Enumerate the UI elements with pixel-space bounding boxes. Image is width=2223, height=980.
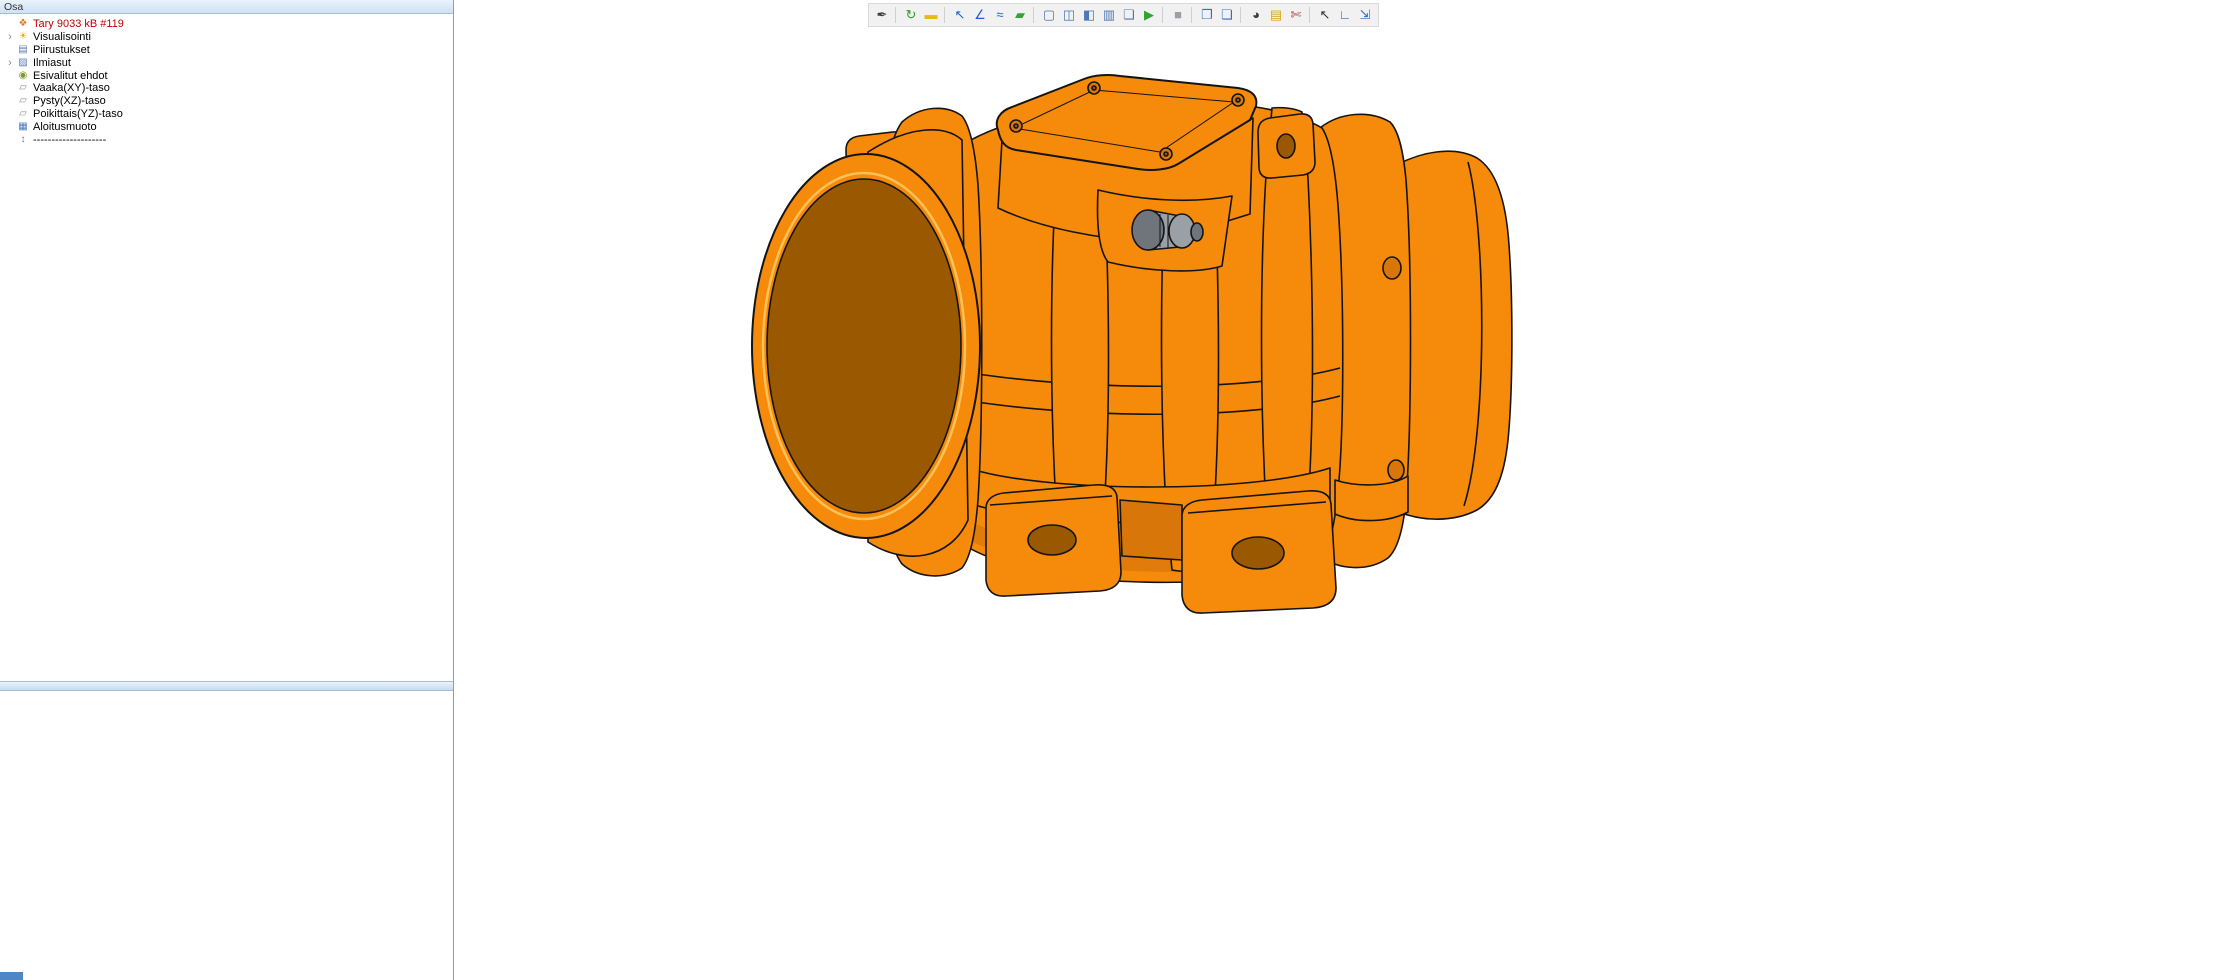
pin-icon[interactable]: ✒ [872,5,892,25]
tree-item-label: Ilmiasut [33,57,71,69]
expander-icon[interactable]: › [4,57,16,69]
rollback-bar-icon: ↕ [16,134,30,146]
tree-item[interactable]: ▤Piirustukset [4,44,451,57]
magnifier-icon[interactable]: ◕ [1246,5,1266,25]
tree-item-label: Poikittais(YZ)-taso [33,108,123,120]
tree-item-label: Piirustukset [33,44,90,56]
motor-terminal-box[interactable] [997,75,1257,271]
tree-item-label: Tary 9033 kB #119 [33,18,124,30]
bottom-left-chip [0,972,23,980]
start-shape-icon: ▦ [16,121,30,133]
tree-item[interactable]: ◉Esivalitut ehdot [4,69,451,82]
tree-item-label: -------------------- [33,134,106,146]
tree-item[interactable]: ▱Vaaka(XY)-taso [4,82,451,95]
motor-3d-model[interactable] [455,0,2223,980]
appearances-icon: ▨ [16,57,30,69]
tree-item-label: Pysty(XZ)-taso [33,95,106,107]
motor-feet[interactable] [975,468,1408,613]
copy-icon[interactable]: ❐ [1197,5,1217,25]
isometric-view-icon[interactable]: ❏ [1119,5,1139,25]
quick-toolbar: ✒↻▬↖∠≈▰▢◫◧▥❏▶■❐❏◕▤✄↖∟⇲ [868,3,1379,27]
tree-item[interactable]: ▱Poikittais(YZ)-taso [4,108,451,121]
select-edge-icon[interactable]: ∠ [970,5,990,25]
tree-item[interactable]: ›☀Visualisointi [4,31,451,44]
drawings-icon: ▤ [16,44,30,56]
feature-tree: ❖Tary 9033 kB #119›☀Visualisointi▤Piirus… [0,14,453,146]
expander-icon[interactable]: › [4,31,16,43]
tree-item[interactable]: ▦Aloitusmuoto [4,120,451,133]
folder-icon[interactable]: ▤ [1266,5,1286,25]
preselected-conditions-icon: ◉ [16,70,30,82]
coordinate-axes-icon[interactable]: ∟ [1335,5,1355,25]
plane-icon: ▱ [16,95,30,107]
delete-icon[interactable]: ✄ [1286,5,1306,25]
feature-tree-panel: Osa ❖Tary 9033 kB #119›☀Visualisointi▤Pi… [0,0,454,980]
tree-item[interactable]: ↕-------------------- [4,133,451,146]
panel-title: Osa [0,0,453,14]
motor-right-flange[interactable] [1299,114,1411,567]
motor-left-endbell[interactable] [752,130,980,556]
tree-root-item[interactable]: ❖Tary 9033 kB #119 [4,18,451,31]
tree-item-label: Aloitusmuoto [33,121,97,133]
tree-item[interactable]: ▱Pysty(XZ)-taso [4,95,451,108]
select-face-icon[interactable]: ▰ [1010,5,1030,25]
select-vertex-icon[interactable]: ↖ [950,5,970,25]
plane-icon: ▱ [16,108,30,120]
part-icon: ❖ [16,18,30,30]
dimension-icon[interactable]: ▬ [921,5,941,25]
view-pane-icon[interactable]: ▢ [1039,5,1059,25]
motor-left-flange[interactable] [846,108,982,576]
tree-item-label: Visualisointi [33,31,91,43]
edit-sketch-icon[interactable]: ↻ [901,5,921,25]
model-viewport[interactable]: ✒↻▬↖∠≈▰▢◫◧▥❏▶■❐❏◕▤✄↖∟⇲ [455,0,2223,980]
view-shaded-icon[interactable]: ◧ [1079,5,1099,25]
visualization-icon: ☀ [16,31,30,43]
view-two-pane-icon[interactable]: ◫ [1059,5,1079,25]
cursor-icon[interactable]: ↖ [1315,5,1335,25]
cover-screws [1010,82,1244,160]
pane-splitter[interactable] [0,681,453,691]
select-tangent-icon[interactable]: ≈ [990,5,1010,25]
motor-body[interactable] [943,102,1343,583]
plane-icon: ▱ [16,82,30,94]
fit-view-icon[interactable]: ⇲ [1355,5,1375,25]
layers-icon[interactable]: ❏ [1217,5,1237,25]
cable-gland[interactable] [1132,210,1203,250]
view-wireframe-icon[interactable]: ▥ [1099,5,1119,25]
tree-item[interactable]: ›▨Ilmiasut [4,56,451,69]
tree-item-label: Vaaka(XY)-taso [33,82,110,94]
tree-item-label: Esivalitut ehdot [33,70,108,82]
solid-box-icon[interactable]: ■ [1168,5,1188,25]
motor-right-endcap[interactable] [1388,151,1512,519]
animate-icon[interactable]: ▶ [1139,5,1159,25]
